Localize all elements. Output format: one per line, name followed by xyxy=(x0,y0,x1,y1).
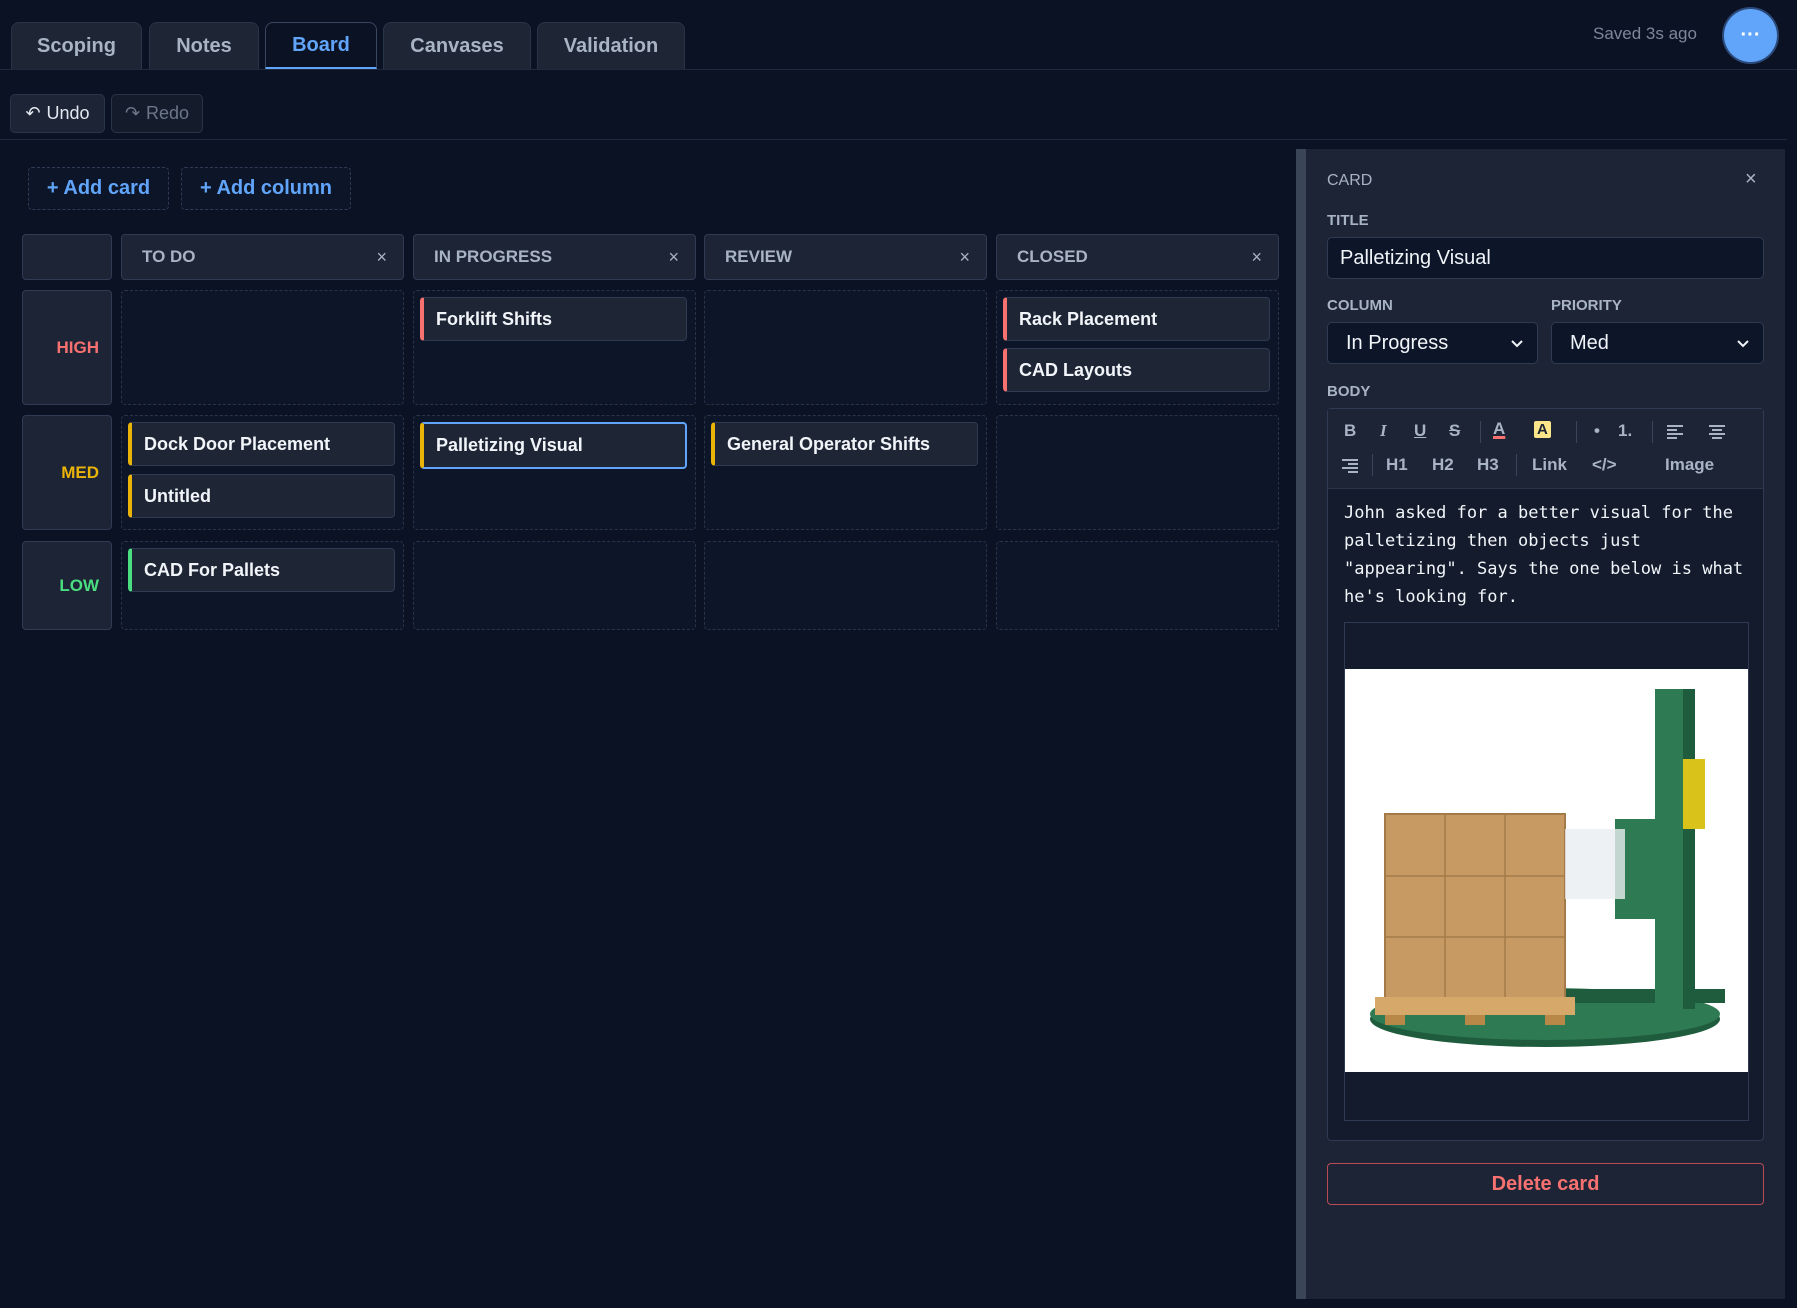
column-title: TO DO xyxy=(142,247,196,266)
delete-card-button[interactable]: Delete card xyxy=(1327,1163,1764,1205)
body-editor[interactable]: B I U S A A • 1. H1 H2 H3 Link </> Image… xyxy=(1327,408,1764,1141)
close-icon[interactable]: × xyxy=(1251,247,1262,268)
column-header-review[interactable]: REVIEW × xyxy=(704,234,987,280)
column-title: IN PROGRESS xyxy=(434,247,553,266)
column-header-closed[interactable]: CLOSED × xyxy=(996,234,1279,280)
editor-toolbar: B I U S A A • 1. H1 H2 H3 Link </> Image xyxy=(1328,409,1763,489)
cell-high-todo[interactable] xyxy=(121,290,404,405)
toolbar-separator xyxy=(1372,454,1373,476)
card-palletizing-visual[interactable]: Palletizing Visual xyxy=(420,422,687,469)
close-icon[interactable]: × xyxy=(668,247,679,268)
card-rack-placement[interactable]: Rack Placement xyxy=(1003,297,1270,341)
undo-icon: ↶ xyxy=(25,103,41,123)
undo-button[interactable]: ↶ Undo xyxy=(10,94,105,133)
card-dock-door-placement[interactable]: Dock Door Placement xyxy=(128,422,395,466)
align-center-icon[interactable] xyxy=(1707,422,1727,442)
board-corner xyxy=(22,234,112,280)
tab-validation[interactable]: Validation xyxy=(537,22,685,69)
strikethrough-button[interactable]: S xyxy=(1449,421,1460,441)
close-icon[interactable]: × xyxy=(1745,168,1757,191)
add-column-button[interactable]: + Add column xyxy=(181,167,351,210)
body-label: BODY xyxy=(1327,383,1371,400)
card-untitled[interactable]: Untitled xyxy=(128,474,395,518)
heading-1-button[interactable]: H1 xyxy=(1386,455,1408,475)
close-icon[interactable]: × xyxy=(376,247,387,268)
title-label: TITLE xyxy=(1327,212,1369,229)
column-title: CLOSED xyxy=(1017,247,1088,266)
close-icon[interactable]: × xyxy=(959,247,970,268)
card-cad-layouts[interactable]: CAD Layouts xyxy=(1003,348,1270,392)
align-left-icon[interactable] xyxy=(1665,422,1685,442)
row-header-high: HIGH xyxy=(22,290,112,405)
card-cad-for-pallets[interactable]: CAD For Pallets xyxy=(128,548,395,592)
more-menu-button[interactable]: ··· xyxy=(1724,9,1777,62)
bullet-list-button[interactable]: • xyxy=(1594,421,1600,441)
palletizer-image xyxy=(1345,669,1748,1072)
toolbar-separator xyxy=(1480,421,1481,443)
column-title: REVIEW xyxy=(725,247,793,266)
link-button[interactable]: Link xyxy=(1532,455,1567,475)
toolbar-separator xyxy=(1652,421,1653,443)
priority-select[interactable]: Med xyxy=(1551,322,1764,364)
save-status: Saved 3s ago xyxy=(1593,24,1697,43)
toolbar-separator xyxy=(1576,421,1577,443)
underline-button[interactable]: U xyxy=(1414,421,1426,441)
undo-label: Undo xyxy=(46,103,90,123)
cell-med-closed[interactable] xyxy=(996,415,1279,530)
cell-low-in-progress[interactable] xyxy=(413,541,696,630)
body-text[interactable]: John asked for a better visual for the p… xyxy=(1344,499,1754,611)
align-right-icon[interactable] xyxy=(1340,456,1360,476)
column-select-value: In Progress xyxy=(1346,331,1449,354)
tab-notes[interactable]: Notes xyxy=(149,22,259,69)
image-button[interactable]: Image xyxy=(1665,455,1714,475)
column-header-in-progress[interactable]: IN PROGRESS × xyxy=(413,234,696,280)
highlight-button[interactable]: A xyxy=(1534,421,1551,438)
tab-canvases[interactable]: Canvases xyxy=(383,22,531,69)
row-header-med: MED xyxy=(22,415,112,530)
toolbar-separator xyxy=(1516,454,1517,476)
italic-button[interactable]: I xyxy=(1380,421,1387,441)
heading-3-button[interactable]: H3 xyxy=(1477,455,1499,475)
more-icon: ··· xyxy=(1740,24,1761,46)
column-label: COLUMN xyxy=(1327,297,1393,314)
cell-low-review[interactable] xyxy=(704,541,987,630)
card-forklift-shifts[interactable]: Forklift Shifts xyxy=(420,297,687,341)
tab-board[interactable]: Board xyxy=(265,22,377,69)
text-color-button[interactable]: A xyxy=(1493,419,1505,439)
row-header-low: LOW xyxy=(22,541,112,630)
redo-icon: ↷ xyxy=(124,103,141,123)
numbered-list-button[interactable]: 1. xyxy=(1618,421,1632,441)
toolbar-divider xyxy=(0,139,1787,140)
heading-2-button[interactable]: H2 xyxy=(1432,455,1454,475)
priority-label: PRIORITY xyxy=(1551,297,1622,314)
column-header-todo[interactable]: TO DO × xyxy=(121,234,404,280)
add-card-button[interactable]: + Add card xyxy=(28,167,169,210)
bold-button[interactable]: B xyxy=(1344,421,1356,441)
card-general-operator-shifts[interactable]: General Operator Shifts xyxy=(711,422,978,466)
chevron-down-icon xyxy=(1511,340,1523,348)
priority-select-value: Med xyxy=(1570,331,1609,354)
tab-scoping[interactable]: Scoping xyxy=(11,22,142,69)
redo-label: Redo xyxy=(146,103,190,123)
code-button[interactable]: </> xyxy=(1592,455,1617,475)
title-input[interactable]: Palletizing Visual xyxy=(1327,237,1764,279)
chevron-down-icon xyxy=(1737,340,1749,348)
redo-button[interactable]: ↷ Redo xyxy=(111,94,203,133)
column-select[interactable]: In Progress xyxy=(1327,322,1538,364)
cell-high-review[interactable] xyxy=(704,290,987,405)
top-bar: Scoping Notes Board Canvases Validation … xyxy=(0,0,1797,70)
cell-low-closed[interactable] xyxy=(996,541,1279,630)
embedded-image-frame[interactable] xyxy=(1344,622,1749,1121)
panel-header: CARD xyxy=(1327,172,1373,189)
